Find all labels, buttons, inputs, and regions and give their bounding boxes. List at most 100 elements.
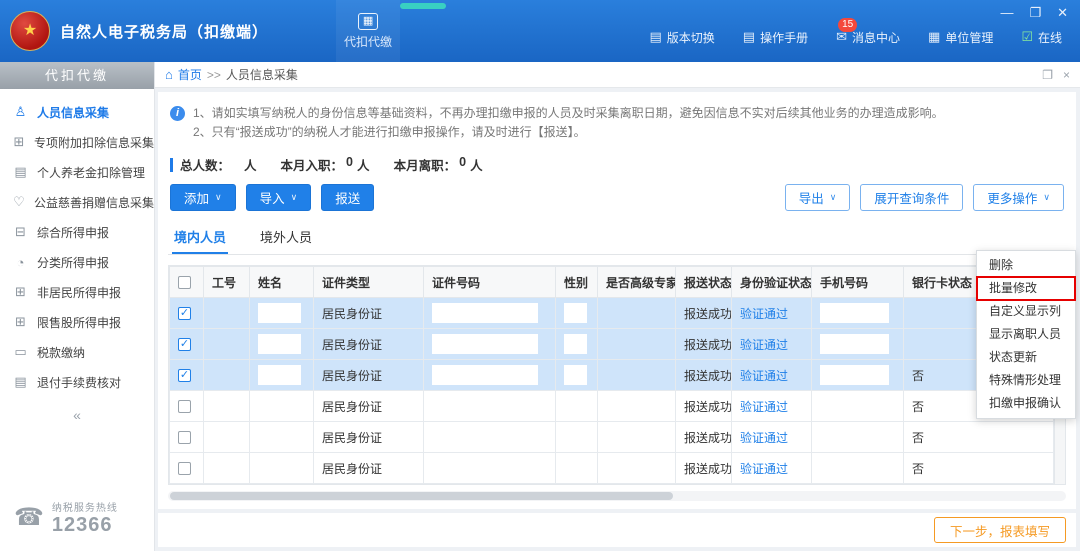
horizontal-scroll-thumb[interactable]	[170, 492, 673, 500]
stat-unit: 人	[357, 159, 370, 173]
row-checkbox[interactable]	[178, 431, 191, 445]
caret-down-icon: ∨	[290, 192, 298, 202]
column-header: 身份验证状态	[731, 266, 812, 298]
stat-total: 总人数： 人	[180, 155, 257, 174]
redacted-value	[820, 365, 889, 385]
menu-item-status-update[interactable]: 状态更新	[977, 346, 1075, 369]
cell-gender	[555, 359, 598, 391]
tab-domestic[interactable]: 境内人员	[172, 220, 229, 254]
row-select-cell	[169, 421, 204, 453]
cell-name	[249, 359, 314, 391]
app-title: 自然人电子税务局（扣缴端）	[60, 23, 269, 41]
redacted-value	[432, 334, 538, 354]
sidebar-item-label: 非居民所得申报	[37, 285, 122, 300]
topbar: ★ 自然人电子税务局（扣缴端） ▦ 代扣代缴 ▤ 版本切换 ▤ 操作手册 ✉ 15 消息中心…	[0, 0, 1080, 62]
menu-item-withholding-confirm[interactable]: 扣缴申报确认	[977, 392, 1075, 415]
sidebar-item-pension-deduction[interactable]: ▤ 个人养老金扣除管理	[0, 157, 154, 187]
topbar-unit-management[interactable]: ▦ 单位管理	[928, 29, 993, 46]
home-icon: ⌂	[165, 67, 173, 82]
cell-id-type: 居民身份证	[313, 359, 424, 391]
more-actions-button[interactable]: 更多操作 ∨	[973, 184, 1064, 211]
sidebar-item-comprehensive-income[interactable]: ⊟ 综合所得申报	[0, 217, 154, 247]
button-label: 添加	[184, 192, 210, 206]
topbar-message-center[interactable]: ✉ 15 消息中心	[836, 17, 901, 46]
row-checkbox[interactable]: ✓	[178, 338, 191, 352]
cell-job-no	[203, 359, 250, 391]
sidebar-item-special-deduction[interactable]: ⊞ 专项附加扣除信息采集	[0, 127, 154, 157]
redacted-value	[564, 365, 587, 385]
expand-query-button[interactable]: 展开查询条件	[860, 184, 964, 211]
horizontal-scrollbar[interactable]	[168, 491, 1066, 501]
cell-verify-status: 验证通过	[731, 359, 812, 391]
topbar-online[interactable]: ☑ 在线	[1021, 29, 1062, 46]
table-row: 居民身份证 报送成功 验证通过否	[169, 452, 1054, 484]
emblem-star-icon: ★	[22, 22, 38, 39]
table-row: 居民身份证 报送成功 验证通过否	[169, 390, 1054, 422]
row-checkbox[interactable]: ✓	[178, 307, 191, 321]
redacted-value	[258, 303, 302, 323]
sidebar-item-personnel-info[interactable]: ♙ 人员信息采集	[0, 97, 154, 127]
redacted-value	[258, 334, 302, 354]
app-body: 代扣代缴 ♙ 人员信息采集 ⊞ 专项附加扣除信息采集 ▤ 个人养老金扣除管理 ♡ 公益慈善捐赠…	[0, 62, 1080, 551]
content-panel: i 1、请如实填写纳税人的身份信息等基础资料，不再办理扣缴申报的人员及时采集离职…	[158, 92, 1076, 509]
caret-down-icon: ∨	[215, 192, 222, 202]
redacted-value	[432, 303, 538, 323]
sidebar-header: 代扣代缴	[0, 62, 154, 89]
topbar-user-manual[interactable]: ▤ 操作手册	[743, 29, 808, 46]
sidebar-item-restricted-shares[interactable]: ⊞ 限售股所得申报	[0, 307, 154, 337]
stats-segments: 总人数：人本月入职： 0 人本月离职： 0 人	[180, 155, 483, 174]
cell-job-no	[203, 421, 250, 453]
menu-item-custom-columns[interactable]: 自定义显示列	[977, 300, 1075, 323]
sidebar-item-label: 退付手续费核对	[37, 375, 122, 390]
sidebar-item-nonresident-income[interactable]: ⊞ 非居民所得申报	[0, 277, 154, 307]
add-button[interactable]: 添加 ∨	[170, 184, 236, 211]
row-checkbox[interactable]: ✓	[178, 369, 191, 383]
module-tab-withholding[interactable]: ▦ 代扣代缴	[336, 0, 401, 62]
close-button[interactable]: ✕	[1057, 6, 1068, 19]
stat-value: 0	[459, 155, 467, 169]
personnel-info-icon: ♙	[14, 104, 27, 119]
redacted-value	[564, 334, 587, 354]
tab-overseas[interactable]: 境外人员	[258, 220, 314, 254]
cell-submit-status: 报送成功	[675, 297, 732, 329]
menu-item-delete[interactable]: 删除	[977, 254, 1075, 277]
sidebar-collapse-button[interactable]: «	[0, 407, 154, 423]
cell-verify-status: 验证通过	[731, 452, 812, 484]
minimize-button[interactable]: —	[1000, 6, 1013, 19]
menu-item-special-handling[interactable]: 特殊情形处理	[977, 369, 1075, 392]
message-center-label: 消息中心	[852, 30, 901, 45]
maximize-button[interactable]: ❐	[1029, 6, 1041, 19]
toolbar-right: 导出 ∨ 展开查询条件 更多操作 ∨	[784, 184, 1064, 211]
topbar-version-switch[interactable]: ▤ 版本切换	[649, 29, 714, 46]
cell-name	[249, 421, 314, 453]
redacted-value	[820, 303, 889, 323]
cell-phone	[811, 359, 904, 391]
next-step-button[interactable]: 下一步，报表填写	[933, 517, 1066, 543]
sidebar-item-refund-fee-check[interactable]: ▤ 退付手续费核对	[0, 367, 154, 397]
menu-item-show-resigned[interactable]: 显示离职人员	[977, 323, 1075, 346]
panel-restore-icon[interactable]: ❐	[1042, 68, 1053, 82]
special-deduction-icon: ⊞	[13, 134, 25, 149]
panel-close-icon[interactable]: ×	[1063, 68, 1070, 82]
submit-button[interactable]: 报送	[321, 184, 375, 211]
cell-bank-status: 否	[903, 452, 1054, 484]
sidebar-item-classified-income[interactable]: ◔ 分类所得申报	[0, 247, 154, 277]
export-button[interactable]: 导出 ∨	[784, 184, 851, 211]
window-controls: — ❐ ✕	[1000, 6, 1068, 19]
sidebar-item-label: 人员信息采集	[37, 105, 110, 120]
import-button[interactable]: 导入 ∨	[245, 184, 312, 211]
sidebar-item-tax-payment[interactable]: ▭ 税款缴纳	[0, 337, 154, 367]
loading-progress-pill	[400, 3, 446, 9]
row-checkbox[interactable]	[178, 400, 191, 414]
menu-item-batch-edit[interactable]: 批量修改	[976, 276, 1076, 301]
personnel-table: 工号 姓名 证件类型 证件号码 性别 是否高级专家 报送状态 身份验证状态 手机号码 银行卡状态 …	[168, 265, 1066, 485]
column-header: 是否高级专家	[597, 266, 676, 298]
sidebar-item-charity-donation[interactable]: ♡ 公益慈善捐赠信息采集	[0, 187, 154, 217]
breadcrumb-home[interactable]: 首页	[178, 66, 202, 83]
table-body: ✓ 居民身份证 报送成功 验证通过 ✓ 居民身份证 报送成功 验证通过 ✓ 居民身份证 报送成功 验证…	[169, 297, 1054, 484]
online-label: 在线	[1037, 30, 1062, 45]
tax-payment-icon: ▭	[14, 344, 27, 359]
row-checkbox[interactable]	[178, 462, 191, 476]
select-all-checkbox[interactable]	[178, 276, 191, 290]
stat-month-join: 本月入职： 0 人	[281, 155, 370, 174]
